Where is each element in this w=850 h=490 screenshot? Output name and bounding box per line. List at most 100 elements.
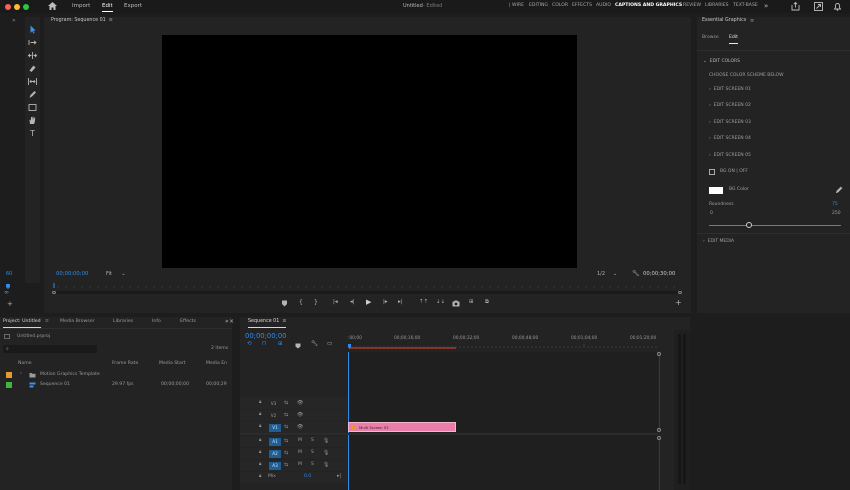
tab-browse[interactable]: Browse — [702, 35, 719, 41]
essential-graphics-menu-icon[interactable]: ≡ — [750, 19, 754, 24]
sync-lock-icon[interactable]: ⇆ — [284, 400, 288, 406]
edit-screen-02[interactable]: › EDIT SCREEN 02 — [709, 103, 751, 109]
program-time-ruler[interactable] — [52, 283, 682, 289]
edit-colors-section[interactable]: ⌄ EDIT COLORS — [703, 59, 740, 65]
export-frame-camera-icon[interactable] — [452, 300, 460, 307]
close-window-button[interactable] — [5, 3, 11, 10]
timeline-close-icon[interactable]: × — [229, 319, 234, 325]
timeline-sequence-tab[interactable]: Sequence 01 ≡ — [248, 319, 287, 328]
snap-toggle-icon[interactable]: ⟲ — [247, 341, 252, 348]
roundness-slider-thumb[interactable] — [745, 222, 752, 228]
comparison-view-button[interactable]: ⊞ — [469, 299, 474, 306]
mute-button[interactable]: M — [298, 438, 302, 444]
notifications-icon[interactable] — [833, 2, 842, 11]
minimize-window-button[interactable] — [14, 3, 20, 10]
bg-on-off-checkbox[interactable] — [709, 169, 715, 175]
microphone-icon[interactable]: 🎙︎ — [323, 462, 329, 468]
add-marker-button[interactable] — [281, 300, 288, 307]
menu-import[interactable]: Import — [72, 3, 90, 10]
essential-graphics-title[interactable]: Essential Graphics — [702, 18, 746, 24]
workspace-overflow-icon[interactable]: » — [764, 3, 768, 10]
edit-screen-01[interactable]: › EDIT SCREEN 01 — [709, 87, 751, 93]
tab-project-menu-icon[interactable]: ≡ — [45, 319, 49, 325]
sync-lock-icon[interactable]: ⇆ — [284, 412, 288, 418]
go-to-in-button[interactable]: |◂ — [333, 299, 338, 306]
column-name[interactable]: Name — [18, 361, 32, 367]
mute-button[interactable]: M — [298, 462, 302, 468]
razor-tool-icon[interactable] — [27, 64, 38, 74]
extract-button[interactable]: ⇣⇣ — [436, 299, 445, 306]
ripple-edit-tool-icon[interactable] — [27, 51, 38, 61]
workspace-review[interactable]: REVIEW — [683, 4, 701, 9]
tab-libraries[interactable]: Libraries — [113, 319, 133, 325]
sync-lock-icon[interactable]: ⇆ — [284, 462, 288, 468]
resolution-dropdown[interactable]: 1/2 ⌄ — [597, 272, 617, 277]
add-button-editor[interactable]: + — [675, 299, 682, 307]
go-to-out-button[interactable]: ▸| — [398, 299, 403, 306]
edit-screen-03[interactable]: › EDIT SCREEN 03 — [709, 120, 751, 126]
workspace-audio[interactable]: AUDIO — [596, 4, 611, 9]
sync-lock-icon[interactable]: ⇆ — [284, 424, 288, 430]
track-lock-icon[interactable]: 🔒︎ — [259, 438, 261, 444]
microphone-icon[interactable]: 🎙︎ — [323, 438, 329, 444]
step-forward-button[interactable]: |▸ — [383, 299, 388, 306]
bg-color-swatch[interactable] — [709, 187, 723, 194]
program-video-canvas[interactable] — [162, 35, 577, 268]
track-target-a3[interactable]: A3 — [269, 462, 281, 470]
track-select-tool-icon[interactable] — [27, 38, 38, 48]
track-target-v3[interactable]: V3 — [270, 401, 277, 407]
selection-tool-icon[interactable] — [27, 25, 38, 35]
pen-tool-icon[interactable] — [27, 90, 38, 100]
captions-icon[interactable]: ▭ — [327, 341, 332, 348]
eye-icon[interactable]: 👁︎ — [297, 412, 303, 418]
edit-screen-05[interactable]: › EDIT SCREEN 05 — [709, 153, 751, 159]
track-target-v1[interactable]: V1 — [269, 424, 281, 432]
fit-dropdown[interactable]: Fit ⌄ — [106, 272, 126, 277]
workspace-editing[interactable]: EDITING — [529, 4, 548, 9]
mute-button[interactable]: M — [298, 450, 302, 456]
tab-effects[interactable]: Effects — [180, 319, 196, 325]
program-monitor-title[interactable]: Program: Sequence 01 ≡ — [51, 18, 113, 24]
mix-volume[interactable]: 0.0 — [304, 474, 311, 480]
rectangle-tool-icon[interactable] — [27, 103, 38, 113]
insert-overwrite-icon[interactable]: ⊞ — [278, 341, 283, 348]
timeline-settings-icon[interactable]: 🔧︎ — [311, 341, 318, 348]
edit-screen-04[interactable]: › EDIT SCREEN 04 — [709, 136, 751, 142]
add-marker-timeline-icon[interactable] — [295, 343, 301, 349]
roundness-slider[interactable] — [709, 222, 841, 228]
type-tool-icon[interactable]: T — [27, 129, 38, 139]
edit-media-section[interactable]: › EDIT MEDIA — [703, 239, 734, 245]
fullscreen-icon[interactable] — [814, 2, 823, 11]
linked-selection-icon[interactable]: ⊓ — [262, 341, 266, 348]
table-row[interactable]: Sequence 01 29.97 fps 00;00;00;00 00;00;… — [0, 380, 232, 390]
roundness-value[interactable]: 75 — [832, 202, 838, 208]
expand-panel-icon[interactable]: » — [12, 18, 16, 24]
panel-separator[interactable] — [234, 317, 239, 490]
microphone-icon[interactable]: 🎙︎ — [323, 450, 329, 456]
expand-folder-icon[interactable]: › — [20, 371, 22, 377]
project-search-input[interactable]: ⌕ — [3, 345, 97, 353]
link-icon[interactable]: ∞ — [4, 290, 9, 296]
track-lock-icon[interactable]: 🔒︎ — [259, 450, 261, 456]
workspace-wire[interactable]: | WIRE — [509, 3, 524, 9]
solo-button[interactable]: S — [311, 438, 314, 444]
eye-icon[interactable]: 👁︎ — [297, 400, 303, 406]
solo-button[interactable]: S — [311, 462, 314, 468]
workspace-effects[interactable]: EFFECTS — [572, 4, 592, 9]
add-left-button[interactable]: + — [7, 301, 13, 308]
workspace-text-based[interactable]: TEXT-BASE — [733, 4, 758, 9]
track-lock-icon[interactable]: 🔒︎ — [259, 462, 261, 468]
eyedropper-icon[interactable] — [836, 186, 843, 193]
track-lock-icon[interactable]: 🔒︎ — [259, 412, 261, 418]
play-button[interactable]: ▶ — [366, 299, 371, 306]
workspace-libraries[interactable]: LIBRARIES — [705, 4, 729, 9]
tab-project[interactable]: Project: Untitled — [3, 319, 41, 328]
column-media-end[interactable]: Media En — [206, 361, 227, 367]
track-lock-icon[interactable]: 🔒︎ — [259, 400, 261, 406]
video-tracks-scrollbar[interactable] — [657, 352, 661, 432]
program-timecode[interactable]: 00;00;00;00 — [56, 271, 88, 277]
track-lock-icon[interactable]: 🔒︎ — [259, 424, 261, 430]
track-target-a2[interactable]: A2 — [269, 450, 281, 458]
track-area[interactable] — [348, 352, 658, 490]
hand-tool-icon[interactable] — [27, 116, 38, 126]
